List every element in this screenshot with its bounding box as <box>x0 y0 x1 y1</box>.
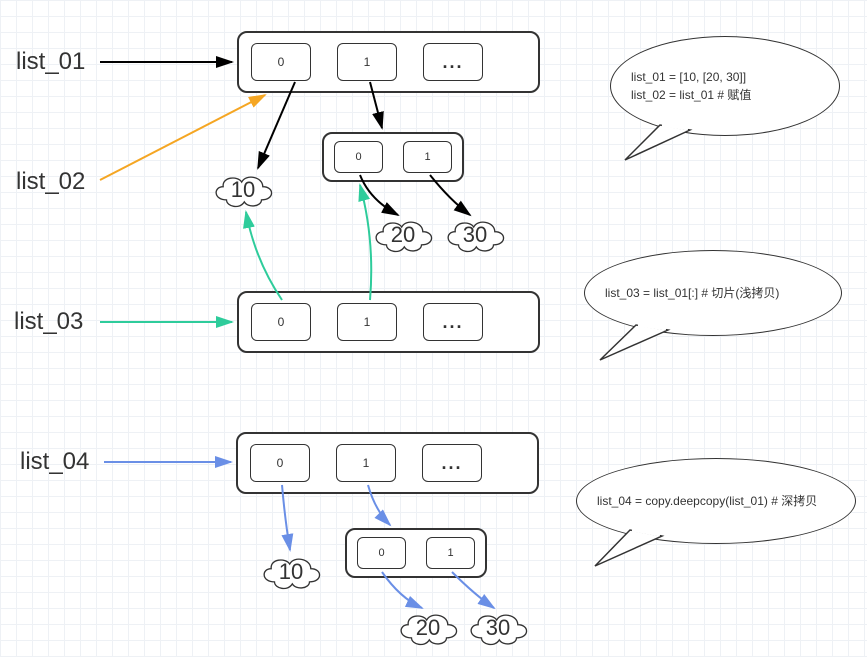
cell-bot-1: 1 <box>336 444 396 482</box>
cell-bot-0: 0 <box>250 444 310 482</box>
cell-innerA-1: 1 <box>403 141 452 173</box>
cloud-20-b: 20 <box>395 608 461 648</box>
label-list04: list_04 <box>20 448 89 476</box>
label-list02: list_02 <box>16 168 85 196</box>
cell-mid-dots: ... <box>423 303 483 341</box>
bubble-assign-l1: list_01 = [10, [20, 30]] <box>631 68 746 86</box>
bubble-assign: list_01 = [10, [20, 30]] list_02 = list_… <box>610 36 840 136</box>
listbox-top: 0 1 ... <box>237 31 540 93</box>
cloud-10-a: 10 <box>210 170 276 210</box>
listbox-inner-bot: 0 1 <box>345 528 487 578</box>
listbox-mid: 0 1 ... <box>237 291 540 353</box>
cloud-20-a-value: 20 <box>391 222 415 248</box>
cloud-30-b: 30 <box>465 608 531 648</box>
cloud-30-b-value: 30 <box>486 615 510 641</box>
cloud-30-a: 30 <box>442 215 508 255</box>
diagram-stage: list_01 list_02 list_03 list_04 0 1 ... … <box>0 0 867 657</box>
cell-innerB-0: 0 <box>357 537 406 569</box>
cell-top-0: 0 <box>251 43 311 81</box>
label-list01: list_01 <box>16 48 85 76</box>
bubble-assign-l2: list_02 = list_01 # 赋值 <box>631 86 751 104</box>
cloud-20-a: 20 <box>370 215 436 255</box>
cloud-20-b-value: 20 <box>416 615 440 641</box>
listbox-inner-top: 0 1 <box>322 132 464 182</box>
cloud-10-b-value: 10 <box>279 559 303 585</box>
label-list03: list_03 <box>14 308 83 336</box>
cell-top-dots: ... <box>423 43 483 81</box>
cell-bot-dots: ... <box>422 444 482 482</box>
cloud-10-a-value: 10 <box>231 177 255 203</box>
cloud-30-a-value: 30 <box>463 222 487 248</box>
cloud-10-b: 10 <box>258 552 324 592</box>
cell-mid-1: 1 <box>337 303 397 341</box>
cell-innerB-1: 1 <box>426 537 475 569</box>
bubble-deep: list_04 = copy.deepcopy(list_01) # 深拷贝 <box>576 458 856 544</box>
listbox-bot: 0 1 ... <box>236 432 539 494</box>
cell-innerA-0: 0 <box>334 141 383 173</box>
bubble-deep-l1: list_04 = copy.deepcopy(list_01) # 深拷贝 <box>597 492 817 510</box>
cell-top-1: 1 <box>337 43 397 81</box>
cell-mid-0: 0 <box>251 303 311 341</box>
bubble-shallow: list_03 = list_01[:] # 切片(浅拷贝) <box>584 250 842 336</box>
bubble-shallow-l1: list_03 = list_01[:] # 切片(浅拷贝) <box>605 284 779 302</box>
